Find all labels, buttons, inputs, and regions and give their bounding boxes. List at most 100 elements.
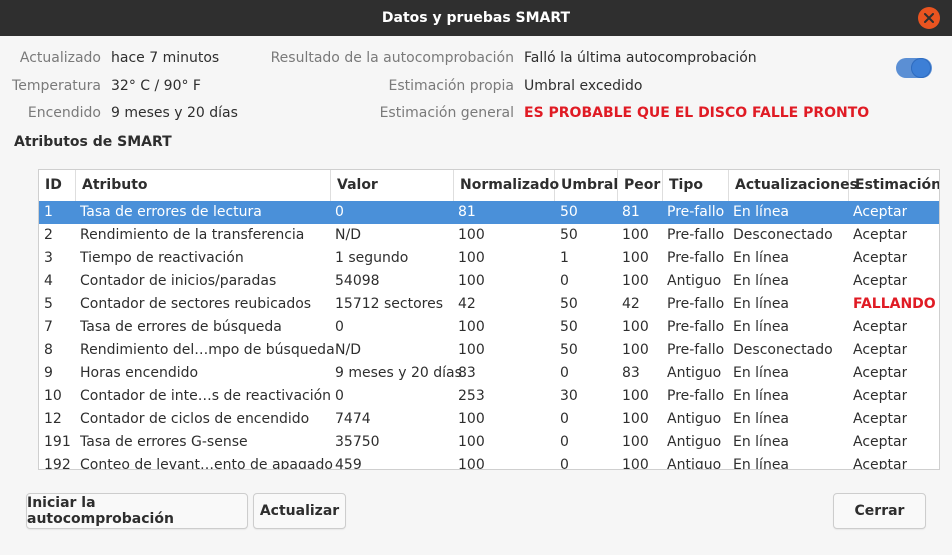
column-header-value[interactable]: Valor: [331, 170, 454, 201]
cell-assessment: Aceptar: [853, 365, 908, 381]
power-on-label: Encendido: [27, 105, 101, 121]
cell-normalized: 100: [458, 227, 485, 243]
cell-attribute: Contador de sectores reubicados: [80, 296, 312, 312]
cell-value: 0: [335, 388, 344, 404]
cell-value: 15712 sectores: [335, 296, 444, 312]
cell-id: 5: [44, 296, 53, 312]
table-row[interactable]: 8 Rendimiento del…mpo de búsqueda N/D 100 50…: [39, 339, 939, 362]
table-row[interactable]: 5 Contador de sectores reubicados 15712 se…: [39, 293, 939, 316]
table-row[interactable]: 7 Tasa de errores de búsqueda 0 100 50 100 Pre…: [39, 316, 939, 339]
cell-worst: 100: [622, 319, 649, 335]
cell-id: 191: [44, 434, 71, 450]
cell-value: 0: [335, 204, 344, 220]
cell-threshold: 50: [560, 319, 578, 335]
cell-id: 10: [44, 388, 62, 404]
close-icon: [924, 13, 934, 23]
cell-normalized: 83: [458, 365, 476, 381]
cell-updates: En línea: [733, 204, 790, 220]
cell-threshold: 50: [560, 296, 578, 312]
cell-threshold: 50: [560, 227, 578, 243]
table-row[interactable]: 191 Tasa de errores G-sense 35750 100 0 100 An…: [39, 431, 939, 454]
table-row[interactable]: 4 Contador de inicios/paradas 54098 100 0 100…: [39, 270, 939, 293]
column-header-normalized[interactable]: Normalizado: [454, 170, 559, 201]
column-header-type[interactable]: Tipo: [663, 170, 729, 201]
column-header-worst[interactable]: Peor: [618, 170, 663, 201]
cell-updates: En línea: [733, 296, 790, 312]
cell-value: 0: [335, 319, 344, 335]
cell-value: 54098: [335, 273, 380, 289]
column-header-updates[interactable]: Actualizaciones: [729, 170, 858, 201]
cell-attribute: Contador de inte…s de reactivación: [80, 388, 332, 404]
cell-assessment: Aceptar: [853, 342, 908, 358]
cell-assessment: Aceptar: [853, 411, 908, 427]
cell-worst: 100: [622, 457, 649, 470]
cell-worst: 100: [622, 388, 649, 404]
cell-id: 9: [44, 365, 53, 381]
cell-threshold: 0: [560, 434, 569, 450]
cell-id: 8: [44, 342, 53, 358]
section-title: Atributos de SMART: [14, 134, 172, 150]
table-row[interactable]: 192 Conteo de levant…ento de apagado 459 10…: [39, 454, 939, 470]
column-header-assessment[interactable]: Estimación: [849, 170, 939, 201]
cell-normalized: 100: [458, 342, 485, 358]
column-header-attribute[interactable]: Atributo: [76, 170, 331, 201]
cell-attribute: Tasa de errores de lectura: [80, 204, 262, 220]
column-header-threshold[interactable]: Umbral: [555, 170, 618, 201]
cell-value: 7474: [335, 411, 371, 427]
cell-threshold: 0: [560, 457, 569, 470]
cell-attribute: Tiempo de reactivación: [80, 250, 244, 266]
cell-type: Pre-fallo: [667, 227, 725, 243]
cell-threshold: 1: [560, 250, 569, 266]
window-close-button[interactable]: [918, 7, 940, 29]
cell-value: N/D: [335, 227, 361, 243]
smart-enable-toggle[interactable]: [896, 58, 932, 78]
table-row[interactable]: 12 Contador de ciclos de encendido 7474 100…: [39, 408, 939, 431]
cell-id: 1: [44, 204, 53, 220]
cell-id: 7: [44, 319, 53, 335]
cell-threshold: 50: [560, 204, 578, 220]
cell-updates: En línea: [733, 434, 790, 450]
cell-attribute: Tasa de errores de búsqueda: [80, 319, 282, 335]
table-row[interactable]: 2 Rendimiento de la transferencia N/D 100 50…: [39, 224, 939, 247]
cell-normalized: 100: [458, 250, 485, 266]
cell-normalized: 100: [458, 434, 485, 450]
selftest-result-value: Falló la última autocomprobación: [524, 50, 757, 66]
overall-assessment-label: Estimación general: [379, 105, 514, 121]
cell-attribute: Rendimiento del…mpo de búsqueda: [80, 342, 335, 358]
cell-assessment: FALLANDO: [853, 296, 936, 312]
cell-id: 192: [44, 457, 71, 470]
column-header-id[interactable]: ID: [39, 170, 76, 201]
cell-value: 35750: [335, 434, 380, 450]
cell-type: Pre-fallo: [667, 319, 725, 335]
start-selftest-button[interactable]: Iniciar la autocomprobación: [26, 493, 248, 529]
updated-label: Actualizado: [19, 50, 101, 66]
selftest-result-label: Resultado de la autocomprobación: [270, 50, 514, 66]
cell-value: 9 meses y 20 días: [335, 365, 462, 381]
cell-updates: En línea: [733, 273, 790, 289]
cell-type: Pre-fallo: [667, 342, 725, 358]
cell-id: 3: [44, 250, 53, 266]
close-button[interactable]: Cerrar: [833, 493, 926, 529]
table-row[interactable]: 1 Tasa de errores de lectura 0 81 50 81 Pre-fa…: [39, 201, 939, 224]
cell-threshold: 0: [560, 411, 569, 427]
cell-assessment: Aceptar: [853, 227, 908, 243]
table-row[interactable]: 9 Horas encendido 9 meses y 20 días 83 0 83 An…: [39, 362, 939, 385]
cell-worst: 42: [622, 296, 640, 312]
self-assessment-label: Estimación propia: [388, 78, 514, 94]
cell-normalized: 100: [458, 273, 485, 289]
refresh-button[interactable]: Actualizar: [253, 493, 346, 529]
table-row[interactable]: 10 Contador de inte…s de reactivación 0 253…: [39, 385, 939, 408]
cell-normalized: 100: [458, 457, 485, 470]
cell-type: Antiguo: [667, 273, 722, 289]
cell-type: Pre-fallo: [667, 296, 725, 312]
cell-assessment: Aceptar: [853, 388, 908, 404]
smart-attributes-table[interactable]: ID Atributo Valor Normalizado Umbral Peo…: [38, 169, 940, 470]
cell-updates: En línea: [733, 319, 790, 335]
table-row[interactable]: 3 Tiempo de reactivación 1 segundo 100 1 100 P…: [39, 247, 939, 270]
cell-type: Antiguo: [667, 411, 722, 427]
cell-value: N/D: [335, 342, 361, 358]
cell-attribute: Tasa de errores G-sense: [80, 434, 248, 450]
cell-normalized: 100: [458, 319, 485, 335]
cell-normalized: 253: [458, 388, 485, 404]
cell-type: Antiguo: [667, 457, 722, 470]
